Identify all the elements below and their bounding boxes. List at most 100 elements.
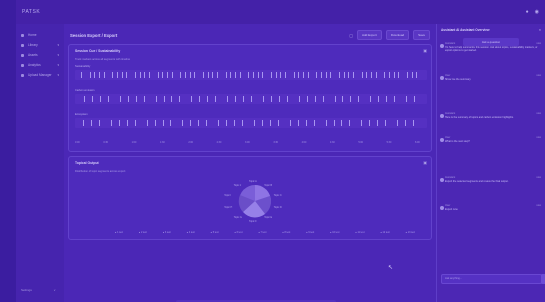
send-button[interactable] bbox=[541, 274, 545, 284]
timeline-marker[interactable] bbox=[377, 120, 379, 126]
timeline-marker[interactable] bbox=[270, 96, 272, 102]
timeline-marker[interactable] bbox=[313, 120, 315, 126]
timeline-marker[interactable] bbox=[144, 72, 146, 78]
timeline-marker[interactable] bbox=[366, 72, 368, 78]
timeline-marker[interactable] bbox=[162, 72, 164, 78]
timeline-marker[interactable] bbox=[243, 96, 245, 102]
bell-icon[interactable]: ● bbox=[526, 9, 529, 15]
timeline-marker[interactable] bbox=[146, 120, 148, 126]
timeline-marker[interactable] bbox=[99, 72, 100, 78]
timeline-marker[interactable] bbox=[81, 72, 82, 78]
timeline-marker[interactable] bbox=[305, 120, 307, 126]
timeline-marker[interactable] bbox=[389, 72, 390, 78]
timeline-marker[interactable] bbox=[278, 96, 280, 102]
timeline-marker[interactable] bbox=[394, 96, 396, 102]
timeline-marker[interactable] bbox=[343, 72, 345, 78]
timeline-marker[interactable] bbox=[235, 96, 237, 102]
filter-icon[interactable]: ▢ bbox=[349, 33, 353, 38]
timeline-marker[interactable] bbox=[110, 120, 112, 126]
timeline-marker[interactable] bbox=[334, 96, 336, 102]
timeline-marker[interactable] bbox=[149, 72, 150, 78]
timeline-marker[interactable] bbox=[118, 120, 120, 126]
timeline-marker[interactable] bbox=[378, 96, 380, 102]
timeline-marker[interactable] bbox=[321, 72, 322, 78]
timeline-marker[interactable] bbox=[94, 72, 96, 78]
timeline-marker[interactable] bbox=[342, 96, 344, 102]
timeline-marker[interactable] bbox=[235, 72, 236, 78]
timeline-marker[interactable] bbox=[242, 120, 244, 126]
timeline-marker[interactable] bbox=[348, 72, 350, 78]
timeline-marker[interactable] bbox=[117, 72, 118, 78]
timeline-marker[interactable] bbox=[83, 120, 84, 126]
timeline-marker[interactable] bbox=[375, 72, 377, 78]
chat-input[interactable]: Ask anything... bbox=[441, 274, 542, 284]
timeline-marker[interactable] bbox=[135, 96, 137, 102]
timeline-marker[interactable] bbox=[414, 96, 416, 102]
timeline-marker[interactable] bbox=[306, 96, 308, 102]
timeline-marker[interactable] bbox=[190, 120, 192, 126]
timeline-marker[interactable] bbox=[135, 72, 136, 78]
sidebar-item-assets[interactable]: Assets ▾ bbox=[16, 50, 64, 60]
timeline-marker[interactable] bbox=[303, 72, 304, 78]
timeline-marker[interactable] bbox=[163, 96, 165, 102]
timeline-marker[interactable] bbox=[203, 72, 204, 78]
timeline-marker[interactable] bbox=[314, 96, 316, 102]
timeline-marker[interactable] bbox=[349, 120, 351, 126]
timeline-marker[interactable] bbox=[143, 96, 145, 102]
timeline-marker[interactable] bbox=[194, 72, 196, 78]
timeline-marker[interactable] bbox=[289, 120, 291, 126]
timeline-marker[interactable] bbox=[322, 96, 324, 102]
timeline-marker[interactable] bbox=[385, 120, 387, 126]
timeline-marker[interactable] bbox=[171, 96, 173, 102]
timeline-marker[interactable] bbox=[275, 72, 277, 78]
sidebar-item-analytics[interactable]: Analytics ▾ bbox=[16, 60, 64, 70]
timeline-marker[interactable] bbox=[207, 96, 209, 102]
timeline-marker[interactable] bbox=[112, 72, 114, 78]
timeline-marker[interactable] bbox=[121, 72, 123, 78]
lane-track[interactable] bbox=[75, 70, 427, 80]
timeline-marker[interactable] bbox=[325, 120, 327, 126]
timeline-marker[interactable] bbox=[126, 72, 128, 78]
timeline-marker[interactable] bbox=[269, 120, 271, 126]
timeline-marker[interactable] bbox=[407, 72, 408, 78]
sidebar-item-library[interactable]: Library ▾ bbox=[16, 40, 64, 50]
timeline-marker[interactable] bbox=[215, 96, 217, 102]
timeline-marker[interactable] bbox=[416, 72, 418, 78]
timeline-marker[interactable] bbox=[298, 72, 300, 78]
timeline-marker[interactable] bbox=[98, 120, 100, 126]
timeline-marker[interactable] bbox=[358, 96, 360, 102]
timeline-marker[interactable] bbox=[134, 120, 136, 126]
timeline-marker[interactable] bbox=[179, 96, 181, 102]
timeline-marker[interactable] bbox=[171, 72, 173, 78]
add-export-button[interactable]: Add Export bbox=[356, 30, 382, 40]
timeline-marker[interactable] bbox=[254, 120, 255, 126]
timeline-marker[interactable] bbox=[350, 96, 352, 102]
timeline-marker[interactable] bbox=[286, 96, 288, 102]
timeline-marker[interactable] bbox=[84, 96, 85, 102]
timeline-marker[interactable] bbox=[227, 96, 229, 102]
timeline-marker[interactable] bbox=[139, 72, 141, 78]
timeline-marker[interactable] bbox=[90, 120, 92, 126]
expand-icon[interactable]: ▣ bbox=[423, 48, 427, 53]
timeline-marker[interactable] bbox=[371, 72, 372, 78]
timeline-marker[interactable] bbox=[225, 72, 227, 78]
timeline-marker[interactable] bbox=[217, 72, 218, 78]
timeline-marker[interactable] bbox=[155, 96, 157, 102]
timeline-marker[interactable] bbox=[393, 72, 395, 78]
timeline-marker[interactable] bbox=[411, 72, 413, 78]
timeline-marker[interactable] bbox=[298, 96, 300, 102]
timeline-marker[interactable] bbox=[162, 120, 164, 126]
timeline-marker[interactable] bbox=[191, 96, 193, 102]
timeline-marker[interactable] bbox=[261, 120, 263, 126]
timeline-marker[interactable] bbox=[251, 96, 252, 102]
timeline-marker[interactable] bbox=[386, 96, 388, 102]
timeline-marker[interactable] bbox=[325, 72, 327, 78]
timeline-marker[interactable] bbox=[103, 72, 105, 78]
lane-track[interactable] bbox=[75, 118, 427, 128]
timeline-marker[interactable] bbox=[127, 96, 129, 102]
timeline-marker[interactable] bbox=[185, 72, 186, 78]
timeline-marker[interactable] bbox=[341, 120, 343, 126]
timeline-marker[interactable] bbox=[271, 72, 272, 78]
timeline-marker[interactable] bbox=[230, 72, 232, 78]
timeline-marker[interactable] bbox=[226, 120, 228, 126]
